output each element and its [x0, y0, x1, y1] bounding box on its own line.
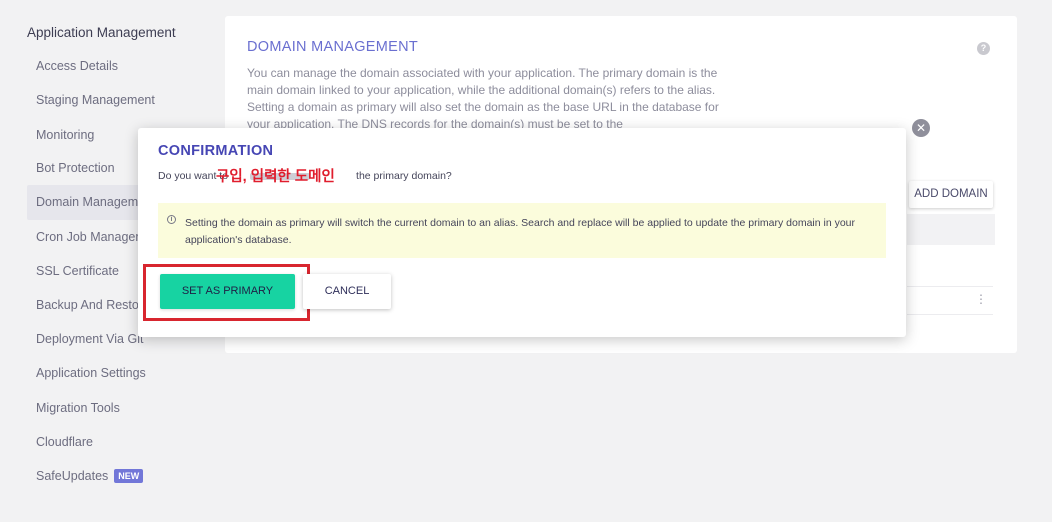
sidebar-item-ssl-certificate[interactable]: SSL Certificate [36, 264, 119, 278]
info-icon: i [167, 215, 176, 224]
set-as-primary-button[interactable]: SET AS PRIMARY [160, 274, 295, 309]
table-header-row [907, 214, 995, 245]
annotation-text: 구입, 입력한 도메인 [216, 169, 335, 185]
question-suffix: the primary domain? [356, 170, 452, 182]
sidebar-item-migration-tools[interactable]: Migration Tools [36, 401, 120, 415]
sidebar-item-application-settings[interactable]: Application Settings [36, 366, 146, 380]
confirmation-modal: CONFIRMATION Do you want to the primary d… [138, 128, 906, 337]
notice-box: i Setting the domain as primary will swi… [158, 203, 886, 258]
row-divider [907, 286, 993, 287]
sidebar-item-label: SafeUpdates [36, 469, 109, 483]
cancel-button[interactable]: CANCEL [303, 274, 391, 309]
kebab-menu-icon[interactable]: ⋮ [975, 292, 987, 306]
redaction-annotation: 구입, 입력한 도메인 [216, 165, 368, 185]
modal-title: CONFIRMATION [158, 143, 274, 159]
sidebar-item-backup-and-restore[interactable]: Backup And Restore [36, 298, 150, 312]
sidebar-item-access-details[interactable]: Access Details [36, 59, 118, 73]
sidebar-item-bot-protection[interactable]: Bot Protection [36, 161, 115, 175]
new-badge: NEW [114, 469, 144, 483]
add-domain-button[interactable]: ADD DOMAIN [909, 181, 993, 208]
sidebar-title: Application Management [27, 25, 176, 40]
close-icon[interactable]: ✕ [912, 119, 930, 137]
sidebar-item-safeupdates[interactable]: SafeUpdates NEW [36, 469, 144, 483]
sidebar-item-staging-management[interactable]: Staging Management [36, 93, 155, 107]
page-title: DOMAIN MANAGEMENT [247, 39, 419, 55]
page-description: You can manage the domain associated wit… [247, 66, 719, 131]
notice-text: Setting the domain as primary will switc… [185, 217, 856, 246]
row-divider [907, 314, 993, 315]
sidebar-item-monitoring[interactable]: Monitoring [36, 128, 94, 142]
sidebar-item-deployment-via-git[interactable]: Deployment Via Git [36, 332, 143, 346]
sidebar-item-cloudflare[interactable]: Cloudflare [36, 435, 93, 449]
question-circle-icon[interactable]: ? [977, 42, 990, 55]
